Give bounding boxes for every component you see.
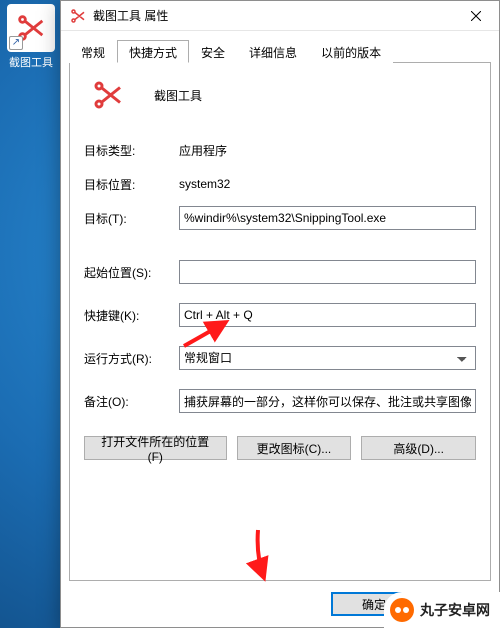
label-start-in: 起始位置(S): — [84, 264, 179, 281]
watermark-text: WWW.WZSQSY.COM — [365, 558, 490, 572]
tab-panel-shortcut: 截图工具 目标类型: 应用程序 目标位置: system32 目标(T): 起始… — [69, 63, 491, 581]
label-comment: 备注(O): — [84, 393, 179, 410]
input-shortcut-key[interactable] — [179, 303, 476, 327]
app-icon — [90, 77, 126, 113]
input-start-in[interactable] — [179, 260, 476, 284]
input-target[interactable] — [179, 206, 476, 230]
close-icon — [471, 11, 481, 21]
tab-security[interactable]: 安全 — [189, 40, 237, 63]
label-run: 运行方式(R): — [84, 350, 179, 367]
properties-dialog: 截图工具 属性 常规 快捷方式 安全 详细信息 以前的版本 截图工具 — [60, 0, 500, 628]
titlebar-app-icon — [69, 7, 87, 25]
tab-previous-versions[interactable]: 以前的版本 — [309, 40, 393, 63]
value-target-type: 应用程序 — [179, 142, 227, 159]
window-title: 截图工具 属性 — [93, 7, 455, 24]
brand-text: 丸子安卓网 — [420, 600, 490, 620]
advanced-button[interactable]: 高级(D)... — [361, 436, 476, 460]
label-target-location: 目标位置: — [84, 176, 179, 193]
tab-shortcut[interactable]: 快捷方式 — [117, 40, 189, 63]
tab-details[interactable]: 详细信息 — [237, 40, 309, 63]
close-button[interactable] — [455, 2, 497, 30]
app-name: 截图工具 — [154, 87, 202, 104]
label-shortcut-key: 快捷键(K): — [84, 307, 179, 324]
desktop-shortcut-snippingtool[interactable]: ↗ 截图工具 — [2, 4, 60, 70]
label-target: 目标(T): — [84, 210, 179, 227]
input-comment[interactable] — [179, 389, 476, 413]
open-file-location-button[interactable]: 打开文件所在的位置(F) — [84, 436, 227, 460]
change-icon-button[interactable]: 更改图标(C)... — [237, 436, 352, 460]
titlebar: 截图工具 属性 — [61, 1, 499, 31]
desktop-shortcut-label: 截图工具 — [2, 54, 60, 70]
brand-logo-icon — [390, 598, 414, 622]
value-target-location: system32 — [179, 177, 230, 191]
brand-badge: 丸子安卓网 — [384, 592, 500, 628]
tab-general[interactable]: 常规 — [69, 40, 117, 63]
shortcut-overlay-icon: ↗ — [9, 36, 23, 50]
tabstrip: 常规 快捷方式 安全 详细信息 以前的版本 — [69, 39, 491, 63]
desktop-background: ↗ 截图工具 截图工具 属性 常规 快捷方式 安全 详细信息 以前的版本 — [0, 0, 500, 628]
select-run[interactable]: 常规窗口 — [179, 346, 476, 370]
label-target-type: 目标类型: — [84, 142, 179, 159]
snippingtool-icon: ↗ — [7, 4, 55, 52]
